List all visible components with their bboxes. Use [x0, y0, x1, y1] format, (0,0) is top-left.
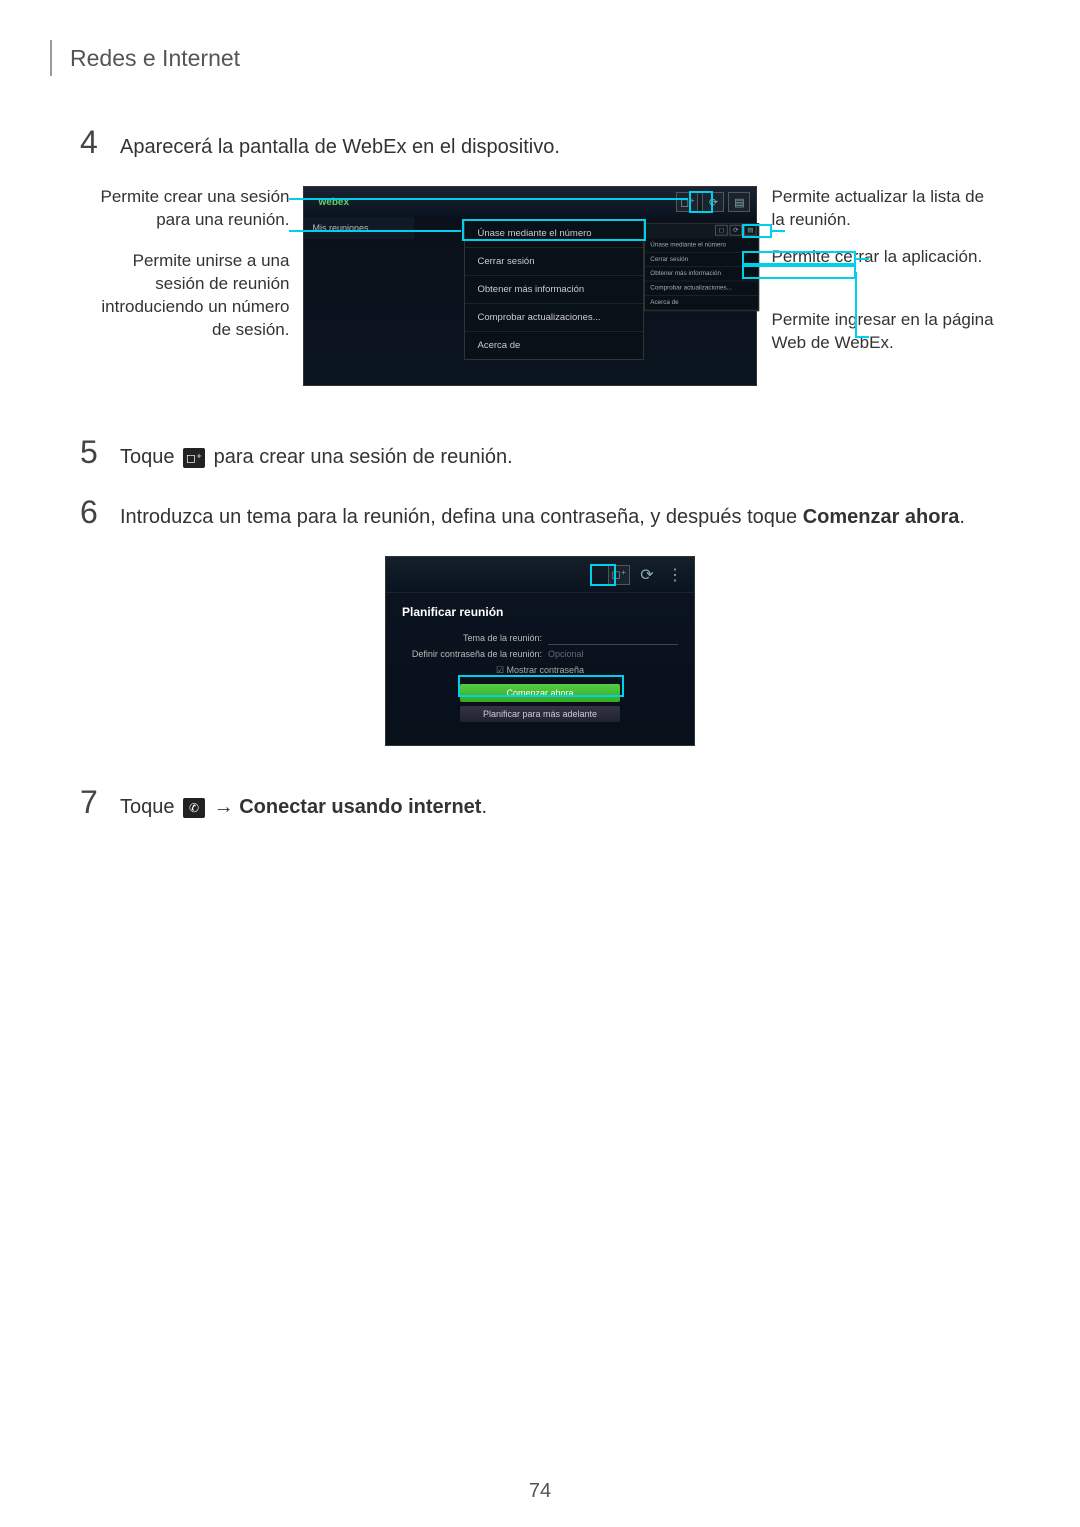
step-7: 7 Toque ✆ → Conectar usando internet. — [80, 786, 1000, 822]
callout-close-app: Permite cerrar la aplicación. — [771, 246, 1000, 269]
step-text: Toque ◻⁺ para crear una sesión de reunió… — [120, 436, 513, 472]
mini-row-info: Obtener más información — [645, 267, 758, 281]
callout-create-session: Permite crear una sesión para una reunió… — [80, 186, 289, 232]
connect-icon: ✆ — [183, 798, 205, 818]
callout-refresh-list: Permite actualizar la lista de la reunió… — [771, 186, 1000, 232]
plan-more-icon[interactable]: ⋮ — [664, 565, 686, 585]
step7-arrow: → — [214, 796, 240, 818]
plan-later-button[interactable]: Planificar para más adelante — [460, 706, 620, 722]
step6-text-c: . — [959, 506, 965, 528]
mini-row-about: Acerca de — [645, 296, 758, 310]
menu-sign-out[interactable]: Cerrar sesión — [465, 248, 643, 276]
plan-meeting-mock: ◻⁺ ⟳ ⋮ Planificar reunión Tema de la reu… — [385, 556, 695, 746]
mock-mini-menu: ◻ ⟳ ▤ Únase mediante el número Cerrar se… — [644, 223, 759, 311]
step6-text-b: Comenzar ahora — [803, 506, 960, 528]
label-password: Definir contraseña de la reunión: — [402, 649, 542, 659]
menu-icon[interactable]: ▤ — [728, 192, 750, 212]
section-header: Redes e Internet — [50, 40, 1000, 76]
mini-row-signout: Cerrar sesión — [645, 253, 758, 267]
mini-row-join: Únase mediante el número — [645, 238, 758, 252]
input-tema[interactable] — [548, 631, 678, 645]
step-6: 6 Introduzca un tema para la reunión, de… — [80, 496, 1000, 532]
lead-join — [289, 230, 461, 232]
menu-about[interactable]: Acerca de — [465, 332, 643, 359]
webex-app-mock: webex ◻⁺ ⟳ ▤ Mis reuniones Únase mediant… — [303, 186, 757, 386]
annotated-screenshot-1: Permite crear una sesión para una reunió… — [80, 186, 1000, 386]
step7-bold: Conectar usando internet — [239, 796, 481, 818]
menu-check-updates[interactable]: Comprobar actualizaciones... — [465, 304, 643, 332]
step7-end: . — [481, 796, 487, 818]
step-5: 5 Toque ◻⁺ para crear una sesión de reun… — [80, 436, 1000, 472]
mock-sidebar: Mis reuniones — [304, 217, 414, 239]
step5-post: para crear una sesión de reunión. — [214, 446, 513, 468]
lead-create — [289, 198, 688, 200]
callout-webex-page: Permite ingresar en la página Web de Web… — [771, 309, 1000, 355]
checkbox-show-password[interactable]: Mostrar contraseña — [386, 661, 694, 680]
step-text: Toque ✆ → Conectar usando internet. — [120, 786, 487, 822]
menu-more-info[interactable]: Obtener más información — [465, 276, 643, 304]
step-text: Aparecerá la pantalla de WebEx en el dis… — [120, 126, 560, 162]
step-4: 4 Aparecerá la pantalla de WebEx en el d… — [80, 126, 1000, 162]
start-now-button[interactable]: Comenzar ahora — [460, 684, 620, 702]
lead-refresh — [771, 230, 785, 232]
step-number: 5 — [80, 436, 120, 468]
callout-join-session: Permite unirse a una sesión de reunión i… — [80, 250, 289, 342]
step6-text-a: Introduzca un tema para la reunión, defi… — [120, 506, 803, 528]
lead-close — [855, 258, 869, 260]
label-tema: Tema de la reunión: — [402, 633, 542, 643]
step-number: 4 — [80, 126, 120, 158]
section-title: Redes e Internet — [70, 45, 240, 72]
menu-join-by-number[interactable]: Únase mediante el número — [465, 220, 643, 248]
mini-refresh-icon: ⟳ — [730, 225, 743, 236]
mock-overflow-menu: Únase mediante el número Cerrar sesión O… — [464, 219, 644, 360]
page-number: 74 — [0, 1480, 1080, 1503]
step5-pre: Toque — [120, 446, 180, 468]
placeholder-opcional: Opcional — [548, 649, 584, 659]
lead-webex — [855, 336, 869, 338]
mini-menu-icon: ▤ — [744, 225, 757, 236]
refresh-icon[interactable]: ⟳ — [702, 192, 724, 212]
step-number: 7 — [80, 786, 120, 818]
step-text: Introduzca un tema para la reunión, defi… — [120, 496, 965, 532]
plan-create-icon[interactable]: ◻⁺ — [608, 565, 630, 585]
mini-create-icon: ◻ — [716, 225, 729, 236]
step7-pre: Toque — [120, 796, 180, 818]
mini-row-updates: Comprobar actualizaciones... — [645, 282, 758, 296]
step-number: 6 — [80, 496, 120, 528]
create-meeting-icon[interactable]: ◻⁺ — [676, 192, 698, 212]
create-session-icon: ◻⁺ — [183, 448, 205, 468]
plan-title: Planificar reunión — [386, 593, 694, 629]
plan-refresh-icon[interactable]: ⟳ — [636, 565, 658, 585]
lead-webex-v — [855, 272, 857, 336]
